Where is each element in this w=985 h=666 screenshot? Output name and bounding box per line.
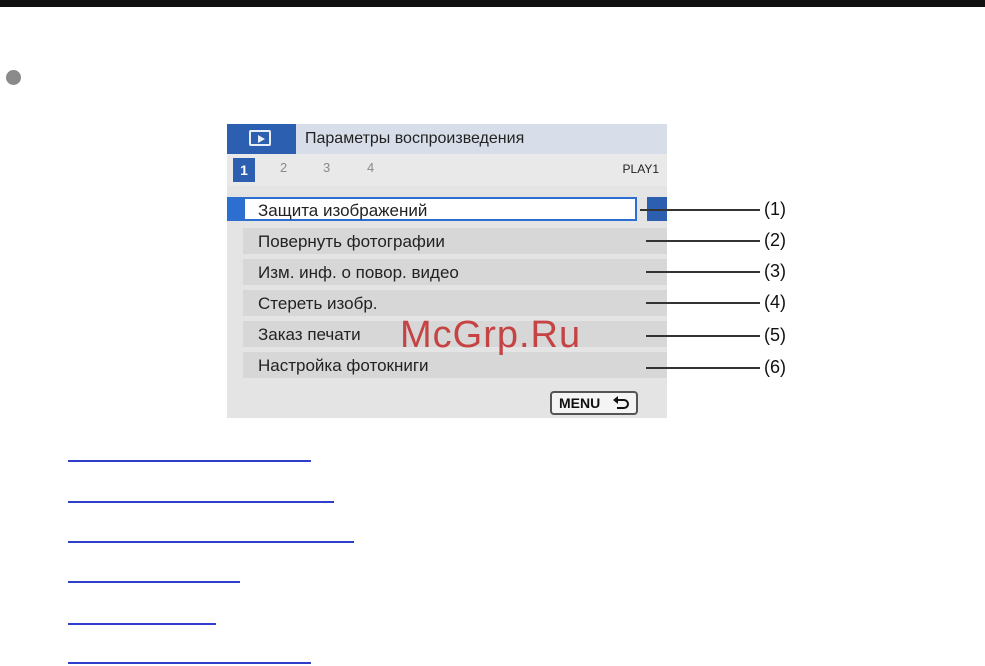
tab-page-label: PLAY1 — [622, 162, 659, 176]
menu-item-label: Защита изображений — [258, 201, 428, 220]
callout-line-6 — [646, 367, 760, 369]
callout-4: (4) — [764, 292, 786, 312]
callout-5: (5) — [764, 325, 786, 345]
callout-line-3 — [646, 271, 760, 273]
callout-line-2 — [646, 240, 760, 242]
callout-1: (1) — [764, 199, 786, 219]
menu-item-label: Настройка фотокниги — [258, 356, 429, 375]
callout-line-5 — [646, 335, 760, 337]
camera-menu-screen: Параметры воспроизведения 1 2 3 4 PLAY1 … — [227, 124, 667, 418]
menu-header: Параметры воспроизведения — [227, 124, 667, 154]
callout-2: (2) — [764, 230, 786, 250]
link-2[interactable] — [68, 501, 334, 503]
top-rule — [0, 0, 985, 7]
menu-title: Параметры воспроизведения — [305, 130, 525, 147]
menu-item-rotate-photos[interactable]: Повернуть фотографии — [243, 228, 667, 254]
link-1[interactable] — [68, 460, 311, 462]
link-6[interactable] — [68, 662, 311, 664]
menu-item-video-rotation-info[interactable]: Изм. инф. о повор. видео — [243, 259, 667, 285]
tab-3[interactable]: 3 — [323, 160, 330, 175]
page-tabs: 1 2 3 4 PLAY1 — [227, 154, 667, 186]
menu-button-label: MENU — [559, 395, 601, 411]
menu-item-label: Заказ печати — [258, 325, 361, 344]
callout-line-4 — [646, 302, 760, 304]
tab-1[interactable]: 1 — [233, 158, 255, 182]
menu-item-label: Повернуть фотографии — [258, 232, 445, 251]
menu-item-erase-images[interactable]: Стереть изобр. — [243, 290, 667, 316]
tab-4[interactable]: 4 — [367, 160, 374, 175]
callout-line-1 — [640, 209, 760, 211]
selection-marker — [227, 197, 243, 221]
watermark: McGrp.Ru — [400, 314, 582, 356]
menu-back-button[interactable]: MENU — [550, 391, 638, 415]
tab-2[interactable]: 2 — [280, 160, 287, 175]
return-icon — [613, 396, 629, 409]
menu-footer: MENU — [227, 386, 667, 418]
playback-tab[interactable] — [227, 124, 296, 154]
bullet-icon — [6, 70, 21, 85]
menu-item-label: Стереть изобр. — [258, 294, 378, 313]
playback-icon — [249, 130, 271, 146]
callout-3: (3) — [764, 261, 786, 281]
menu-item-protect-images[interactable]: Защита изображений — [243, 197, 637, 221]
link-4[interactable] — [68, 581, 240, 583]
menu-item-label: Изм. инф. о повор. видео — [258, 263, 459, 282]
callout-6: (6) — [764, 357, 786, 377]
link-5[interactable] — [68, 623, 216, 625]
link-3[interactable] — [68, 541, 354, 543]
